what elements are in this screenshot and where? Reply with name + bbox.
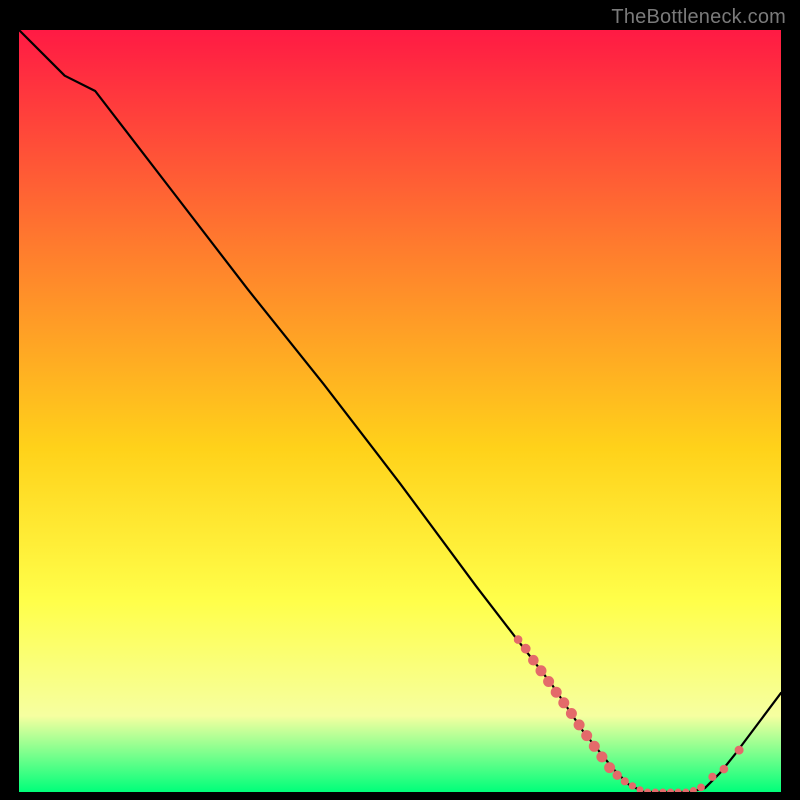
curve-marker (582, 731, 592, 741)
gradient-background (19, 30, 781, 792)
curve-marker (514, 636, 522, 644)
curve-marker (668, 789, 674, 792)
curve-marker (645, 789, 651, 792)
watermark-text: TheBottleneck.com (611, 6, 786, 29)
curve-marker (559, 698, 569, 708)
curve-marker (675, 789, 681, 792)
curve-marker (629, 783, 635, 789)
curve-marker (589, 741, 599, 751)
curve-marker (698, 784, 705, 791)
curve-marker (551, 687, 561, 697)
curve-marker (574, 720, 584, 730)
curve-marker (536, 666, 546, 676)
curve-marker (720, 765, 728, 773)
curve-marker (690, 788, 696, 793)
curve-marker (709, 773, 716, 780)
curve-marker (597, 752, 607, 762)
curve-marker (660, 789, 666, 792)
curve-marker (637, 787, 643, 792)
curve-marker (735, 746, 743, 754)
curve-marker (544, 677, 554, 687)
curve-marker (529, 655, 539, 665)
curve-marker (566, 709, 576, 719)
curve-marker (605, 763, 615, 773)
curve-marker (683, 789, 689, 792)
bottleneck-chart (19, 30, 781, 792)
curve-marker (652, 789, 658, 792)
chart-container: TheBottleneck.com (0, 0, 800, 800)
plot-area (19, 30, 781, 792)
curve-marker (621, 778, 628, 785)
curve-marker (613, 771, 621, 779)
curve-marker (521, 644, 530, 653)
